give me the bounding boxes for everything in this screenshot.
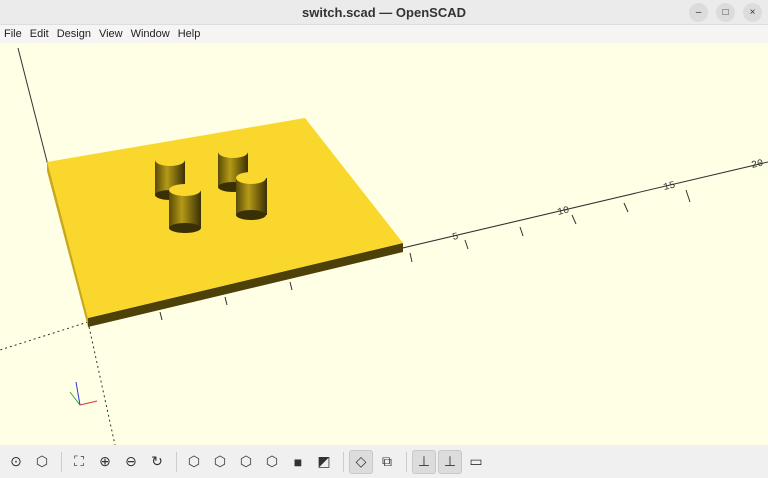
view-toolbar: ⊙ ⬡ ⛶ ⊕ ⊖ ↻ ⬡ ⬡ ⬡ ⬡ ■ ◩ ◇ ⧉ ⊥ ⊥ ▭ [0,445,768,478]
axis-tick-labels: 5 10 15 20 [451,158,764,243]
menu-design[interactable]: Design [57,28,91,40]
show-edges-button[interactable]: ▭ [464,450,488,474]
view-top-button[interactable]: ⬡ [208,450,232,474]
view-front-button[interactable]: ■ [286,450,310,474]
perspective-button[interactable]: ◇ [349,449,373,474]
menu-window[interactable]: Window [131,28,170,40]
show-axes-button[interactable]: ⊥ [412,449,436,474]
view-back-button[interactable]: ◩ [312,450,336,474]
view-all-button[interactable]: ⛶ [67,450,91,474]
menu-help[interactable]: Help [178,28,201,40]
minimize-button[interactable]: – [689,3,708,22]
zoom-in-button[interactable]: ⊕ [93,450,117,474]
separator [406,451,407,472]
close-button[interactable]: × [743,3,762,22]
menu-bar: File Edit Design View Window Help [0,25,768,43]
3d-viewport[interactable]: 5 10 15 20 [0,43,768,446]
x-label-10: 10 [556,205,570,218]
axis-gizmo-icon [69,381,98,406]
view-right-button[interactable]: ⬡ [182,450,206,474]
orthogonal-button[interactable]: ⧉ [375,450,399,474]
x-label-15: 15 [662,180,676,193]
cylinder [236,172,267,220]
menu-view[interactable]: View [99,28,123,40]
cylinder [169,184,201,233]
preview-button[interactable]: ⊙ [4,450,28,474]
separator [176,451,177,472]
neg-y-axis [0,321,89,351]
maximize-button[interactable]: □ [716,3,735,22]
separator [61,451,62,472]
zoom-out-button[interactable]: ⊖ [119,450,143,474]
x-label-20: 20 [750,158,764,171]
view-bottom-button[interactable]: ⬡ [234,450,258,474]
title-bar: switch.scad — OpenSCAD – □ × [0,0,768,25]
render-button[interactable]: ⬡ [30,450,54,474]
separator [343,451,344,472]
neg-z-axis [87,321,116,446]
show-scale-button[interactable]: ⊥ [438,449,462,474]
menu-file[interactable]: File [4,28,22,40]
menu-edit[interactable]: Edit [30,28,49,40]
reset-view-button[interactable]: ↻ [145,450,169,474]
window-title: switch.scad — OpenSCAD [302,4,466,20]
x-label-5: 5 [451,232,459,244]
view-left-button[interactable]: ⬡ [260,450,284,474]
scene: 5 10 15 20 [0,47,768,446]
